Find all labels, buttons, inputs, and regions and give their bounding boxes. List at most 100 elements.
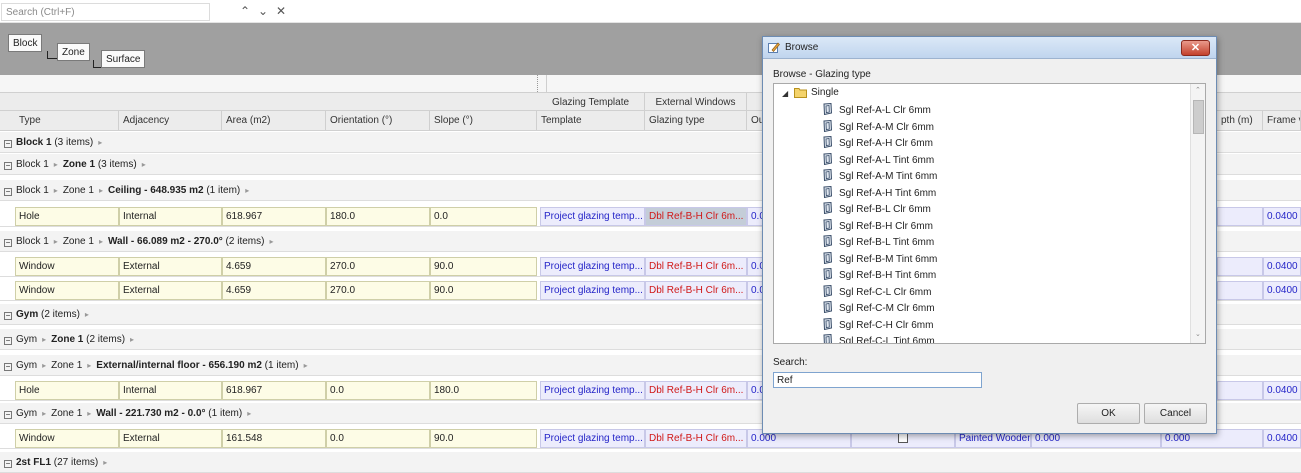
group-chip-surface[interactable]: Surface <box>101 50 146 68</box>
cell-type[interactable]: Window <box>15 429 119 448</box>
cell-template[interactable]: Project glazing temp... <box>540 381 645 400</box>
tree-scrollbar[interactable]: ⌃ ⌄ <box>1190 84 1205 343</box>
search-previous-button[interactable]: ⌃ <box>238 3 252 19</box>
tree-item[interactable]: Sgl Ref-B-H Clr 6mm <box>822 218 933 235</box>
collapse-icon[interactable]: − <box>4 411 12 419</box>
cell-orientation[interactable]: 270.0 <box>326 281 430 300</box>
cell-area[interactable]: 618.967 <box>222 381 326 400</box>
tree-item[interactable]: Sgl Ref-C-L Clr 6mm <box>822 284 931 301</box>
group-chip-block[interactable]: Block <box>8 34 43 52</box>
cell-slope[interactable]: 90.0 <box>430 281 537 300</box>
search-next-button[interactable]: ⌄ <box>256 3 270 19</box>
collapse-icon[interactable]: − <box>4 188 12 196</box>
collapse-icon[interactable]: − <box>4 363 12 371</box>
cell-glazing-type[interactable]: Dbl Ref-B-H Clr 6m... <box>645 257 747 276</box>
group-chip-zone[interactable]: Zone <box>57 43 90 61</box>
cell-depth[interactable] <box>1217 207 1263 226</box>
scroll-up-icon[interactable]: ⌃ <box>1195 86 1201 94</box>
expand-triangle-icon[interactable]: ◢ <box>782 89 788 98</box>
cell-orientation[interactable]: 180.0 <box>326 207 430 226</box>
cell-outside[interactable]: 0.0 <box>747 281 763 300</box>
tree-item[interactable]: Sgl Ref-B-H Tint 6mm <box>822 267 936 284</box>
cell-glazing-type[interactable]: Dbl Ref-B-H Clr 6m... <box>645 207 747 226</box>
cell-glazing-type[interactable]: Dbl Ref-B-H Clr 6m... <box>645 381 747 400</box>
search-close-button[interactable]: ✕ <box>274 3 288 19</box>
tree-item[interactable]: Sgl Ref-A-L Tint 6mm <box>822 152 934 169</box>
cell-orientation[interactable]: 0.0 <box>326 381 430 400</box>
cell-outside[interactable]: 0.0 <box>747 381 763 400</box>
scroll-down-icon[interactable]: ⌄ <box>1195 330 1201 338</box>
cell-frame[interactable]: 0.0400 <box>1263 257 1301 276</box>
cell-frame[interactable]: 0.0400 <box>1263 207 1301 226</box>
cancel-button[interactable]: Cancel <box>1144 403 1207 424</box>
cell-template[interactable]: Project glazing temp... <box>540 429 645 448</box>
cell-area[interactable]: 161.548 <box>222 429 326 448</box>
cell-outside[interactable]: 0.0 <box>747 257 763 276</box>
tree-item[interactable]: Sgl Ref-C-H Clr 6mm <box>822 317 933 334</box>
scrollbar-thumb[interactable] <box>1193 100 1204 134</box>
collapse-icon[interactable]: − <box>4 162 12 170</box>
tree-item[interactable]: Sgl Ref-C-L Tint 6mm <box>822 333 935 343</box>
tree-item[interactable]: Sgl Ref-A-M Clr 6mm <box>822 119 934 136</box>
cell-type[interactable]: Hole <box>15 207 119 226</box>
cell-orientation[interactable]: 270.0 <box>326 257 430 276</box>
cell-type[interactable]: Window <box>15 257 119 276</box>
cell-template[interactable]: Project glazing temp... <box>540 257 645 276</box>
tree-item[interactable]: Sgl Ref-B-M Tint 6mm <box>822 251 937 268</box>
tree-item[interactable]: Sgl Ref-A-M Tint 6mm <box>822 168 937 185</box>
column-splitter[interactable] <box>537 75 547 92</box>
tree-item[interactable]: Sgl Ref-B-L Clr 6mm <box>822 201 931 218</box>
cell-type[interactable]: Window <box>15 281 119 300</box>
col-slope[interactable]: Slope (°) <box>430 111 537 130</box>
cell-orientation[interactable]: 0.0 <box>326 429 430 448</box>
cell-depth[interactable] <box>1217 381 1263 400</box>
cell-adjacency[interactable]: External <box>119 429 222 448</box>
ok-button[interactable]: OK <box>1077 403 1140 424</box>
cell-slope[interactable]: 180.0 <box>430 381 537 400</box>
collapse-icon[interactable]: − <box>4 460 12 468</box>
tree-item[interactable]: Sgl Ref-A-H Tint 6mm <box>822 185 936 202</box>
col-template[interactable]: Template <box>537 111 645 130</box>
search-input[interactable]: Search (Ctrl+F) <box>1 3 210 21</box>
collapse-icon[interactable]: − <box>4 140 12 148</box>
cell-area[interactable]: 618.967 <box>222 207 326 226</box>
cell-depth[interactable] <box>1217 257 1263 276</box>
cell-slope[interactable]: 0.0 <box>430 207 537 226</box>
tree-item[interactable]: Sgl Ref-B-L Tint 6mm <box>822 234 934 251</box>
cell-frame[interactable]: 0.0400 <box>1263 281 1301 300</box>
cell-glazing-type[interactable]: Dbl Ref-B-H Clr 6m... <box>645 281 747 300</box>
tree-item[interactable]: Sgl Ref-A-L Clr 6mm <box>822 102 931 119</box>
cell-frame[interactable]: 0.0400 <box>1263 429 1301 448</box>
checkbox[interactable] <box>898 433 908 443</box>
cell-type[interactable]: Hole <box>15 381 119 400</box>
cell-glazing-type[interactable]: Dbl Ref-B-H Clr 6m... <box>645 429 747 448</box>
col-type[interactable]: Type <box>15 111 119 130</box>
cell-template[interactable]: Project glazing temp... <box>540 281 645 300</box>
cell-adjacency[interactable]: External <box>119 281 222 300</box>
cell-adjacency[interactable]: External <box>119 257 222 276</box>
cell-adjacency[interactable]: Internal <box>119 207 222 226</box>
cell-template[interactable]: Project glazing temp... <box>540 207 645 226</box>
col-area[interactable]: Area (m2) <box>222 111 326 130</box>
collapse-icon[interactable]: − <box>4 239 12 247</box>
tree-item[interactable]: Sgl Ref-A-H Clr 6mm <box>822 135 933 152</box>
cell-area[interactable]: 4.659 <box>222 257 326 276</box>
tree-item[interactable]: Sgl Ref-C-M Clr 6mm <box>822 300 935 317</box>
cell-adjacency[interactable]: Internal <box>119 381 222 400</box>
cell-slope[interactable]: 90.0 <box>430 429 537 448</box>
glazing-tree[interactable]: ◢ Single Sgl Ref-A-L Clr 6mm Sgl Ref-A-M … <box>773 83 1206 344</box>
col-glazing-type[interactable]: Glazing type <box>645 111 747 130</box>
dialog-title-bar[interactable]: Browse ✕ <box>763 37 1216 59</box>
col-depth[interactable]: pth (m) <box>1217 111 1263 130</box>
col-adjacency[interactable]: Adjacency <box>119 111 222 130</box>
col-orientation[interactable]: Orientation (°) <box>326 111 430 130</box>
group-row-block[interactable]: −2st FL1 (27 items) ▸ <box>0 452 1301 473</box>
col-frame[interactable]: Frame v <box>1263 111 1301 130</box>
collapse-icon[interactable]: − <box>4 337 12 345</box>
cell-frame[interactable]: 0.0400 <box>1263 381 1301 400</box>
cell-outside[interactable]: 0.0 <box>747 207 763 226</box>
collapse-icon[interactable]: − <box>4 312 12 320</box>
tree-folder-label[interactable]: Single <box>811 87 839 98</box>
dialog-search-input[interactable]: Ref <box>773 372 982 388</box>
cell-area[interactable]: 4.659 <box>222 281 326 300</box>
